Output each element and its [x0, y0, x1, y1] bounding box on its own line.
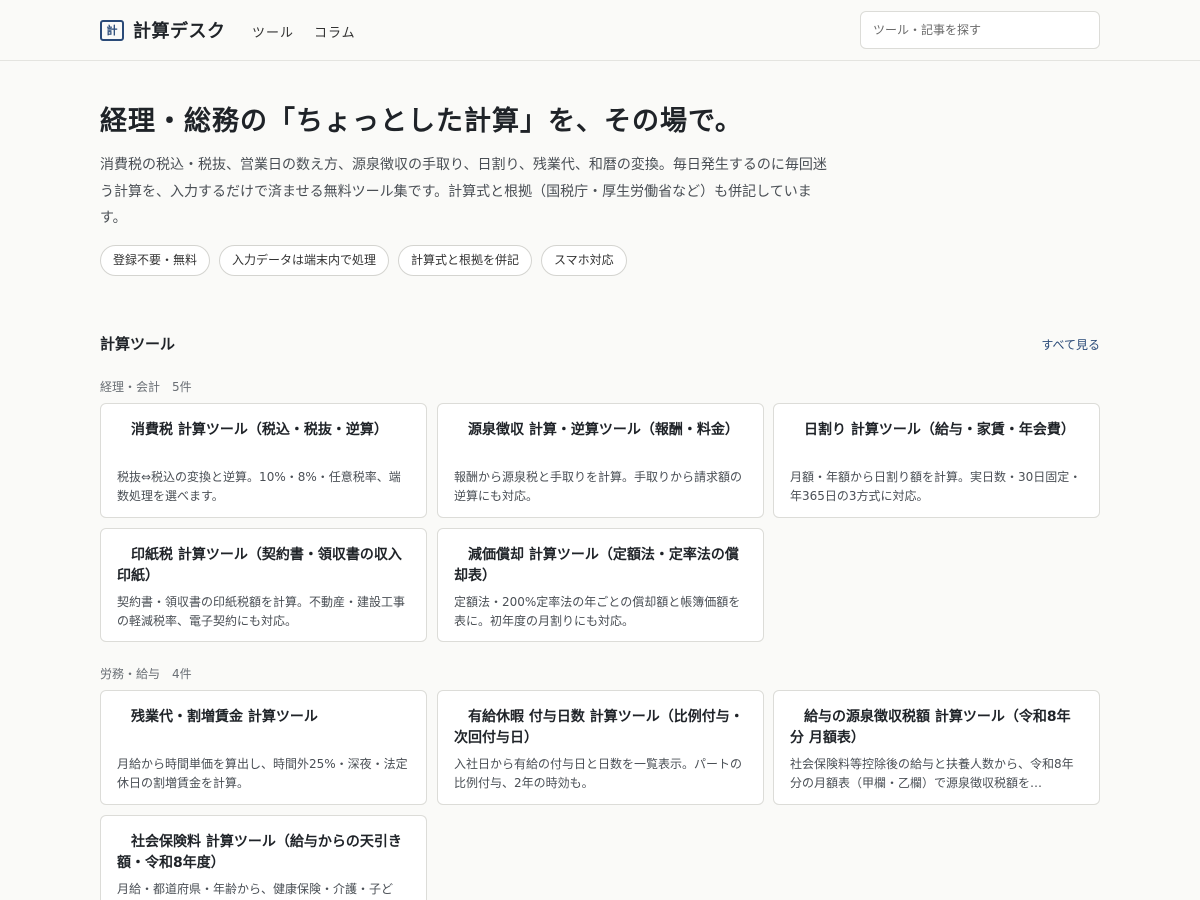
tool-card[interactable]: 減価償却 計算ツール（定額法・定率法の償却表） 定額法・200%定率法の年ごとの… [437, 528, 764, 642]
chip-mobile: スマホ対応 [541, 245, 627, 276]
card-title: 印紙税 計算ツール（契約書・領収書の収入印紙） [117, 547, 402, 584]
card-description: 月給から時間単価を算出し、時間外25%・深夜・法定休日の割増賃金を計算。 [117, 757, 408, 790]
hero-title: 経理・総務の「ちょっとした計算」を、その場で。 [100, 106, 743, 137]
card-title: 消費税 計算ツール（税込・税抜・逆算） [131, 422, 388, 438]
tool-card[interactable]: 残業代・割増賃金 計算ツール 月給から時間単価を算出し、時間外25%・深夜・法定… [100, 690, 427, 805]
site-name[interactable]: 計算デスク [133, 17, 226, 43]
card-description: 月給・都道府県・年齢から、健康保険・介護・子ども・子育て支援金・厚生年金・雇用保… [117, 882, 394, 896]
hero-description: 消費税の税込・税抜、営業日の数え方、源泉徴収の手取り、日割り、残業代、和暦の変換… [100, 157, 827, 226]
nav-tools[interactable]: ツール [252, 22, 294, 41]
tool-card[interactable]: 有給休暇 付与日数 計算ツール（比例付与・次回付与日） 入社日から有給の付与日と… [437, 690, 764, 805]
tool-card[interactable]: 社会保険料 計算ツール（給与からの天引き額・令和8年度） 月給・都道府県・年齢か… [100, 815, 427, 900]
card-description: 税抜⇔税込の変換と逆算。10%・8%・任意税率、端数処理を選べます。 [117, 470, 401, 503]
card-title: 減価償却 計算ツール（定額法・定率法の償却表） [454, 547, 739, 584]
chip-local-processing: 入力データは端末内で処理 [219, 245, 390, 276]
chip-free: 登録不要・無料 [100, 245, 211, 276]
card-description: 社会保険料等控除後の給与と扶養人数から、令和8年分の月額表（甲欄・乙欄）で源泉徴… [790, 757, 1074, 790]
tool-card[interactable]: 印紙税 計算ツール（契約書・領収書の収入印紙） 契約書・領収書の印紙税額を計算。… [100, 528, 427, 642]
nav-columns[interactable]: コラム [314, 22, 356, 41]
section-title-tools: 計算ツール [100, 335, 176, 353]
card-description: 契約書・領収書の印紙税額を計算。不動産・建設工事の軽減税率、電子契約にも対応。 [117, 595, 406, 628]
card-title: 社会保険料 計算ツール（給与からの天引き額・令和8年度） [117, 834, 402, 871]
feature-chips: 登録不要・無料 入力データは端末内で処理 計算式と根拠を併記 スマホ対応 [100, 245, 627, 276]
search-input[interactable] [860, 11, 1100, 49]
card-description: 定額法・200%定率法の年ごとの償却額と帳簿価額を表に。初年度の月割りにも対応。 [454, 595, 741, 628]
chip-formula: 計算式と根拠を併記 [398, 245, 533, 276]
card-description: 入社日から有給の付与日と日数を一覧表示。パートの比例付与、2年の時効も。 [454, 757, 743, 790]
tool-card[interactable]: 源泉徴収 計算・逆算ツール（報酬・料金） 報酬から源泉税と手取りを計算。手取りか… [437, 403, 764, 518]
card-title: 残業代・割増賃金 計算ツール [131, 709, 318, 725]
tool-card[interactable]: 給与の源泉徴収税額 計算ツール（令和8年分 月額表） 社会保険料等控除後の給与と… [773, 690, 1100, 805]
tool-card[interactable]: 消費税 計算ツール（税込・税抜・逆算） 税抜⇔税込の変換と逆算。10%・8%・任… [100, 403, 427, 518]
card-title: 有給休暇 付与日数 計算ツール（比例付与・次回付与日） [454, 709, 744, 746]
card-description: 月額・年額から日割り額を計算。実日数・30日固定・年365日の3方式に対応。 [790, 470, 1082, 503]
tool-card[interactable]: 日割り 計算ツール（給与・家賃・年会費） 月額・年額から日割り額を計算。実日数・… [773, 403, 1100, 518]
card-title: 源泉徴収 計算・逆算ツール（報酬・料金） [468, 422, 739, 438]
card-description: 報酬から源泉税と手取りを計算。手取りから請求額の逆算にも対応。 [454, 470, 743, 503]
card-title: 給与の源泉徴収税額 計算ツール（令和8年分 月額表） [790, 709, 1071, 746]
site-header: 計 計算デスク ツール コラム [0, 0, 1200, 61]
category-label-labor: 労務・給与 4件 [100, 667, 192, 681]
category-label-accounting: 経理・会計 5件 [100, 380, 192, 394]
card-title: 日割り 計算ツール（給与・家賃・年会費） [804, 422, 1075, 438]
logo-icon[interactable]: 計 [100, 20, 124, 41]
see-all-link[interactable]: すべて見る [1041, 336, 1100, 353]
